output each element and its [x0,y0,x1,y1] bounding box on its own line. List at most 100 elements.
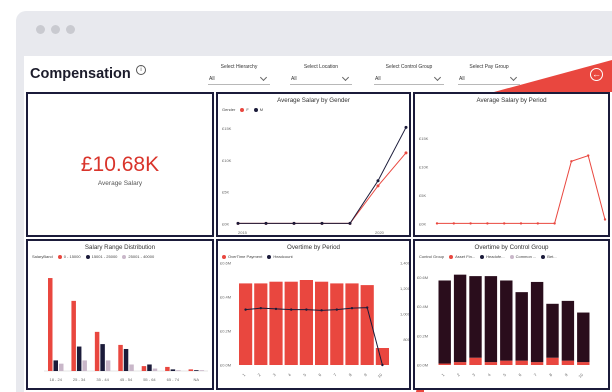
filter-value: All [291,76,297,82]
bar [152,368,158,371]
gender-chart-svg: £0K £5K £10K £15K 2015 2020 [222,125,408,235]
filter-value: All [209,76,215,82]
data-point [486,222,489,225]
page-title: Compensation [30,66,131,82]
chevron-down-icon [433,73,442,82]
y-tick-label: £0.2M [220,329,231,334]
kpi-label: Average Salary [97,180,143,187]
data-point [320,221,324,225]
gender-chart-panel[interactable]: Average Salary by Gender Gender F M £0K £… [216,92,411,237]
data-point [305,308,308,311]
data-point [274,307,278,311]
data-point [335,308,338,311]
y-tick-label: £0K [222,222,229,227]
bar [269,281,283,365]
back-arrow-button[interactable]: ← [590,68,603,81]
chevron-down-icon [509,73,518,82]
x-tick-label: 55 - 64 [143,377,156,382]
chevron-down-icon [341,73,350,82]
x-tick-label: 18 - 24 [49,377,62,382]
report-canvas: Compensation i Select Hierarchy All Sele… [24,56,612,392]
overtime-chart-panel[interactable]: Overtime by Period OverTime Payment Head… [216,239,411,390]
minimize-window-dot[interactable] [51,25,60,34]
x-tick-label: 1 [440,372,446,378]
x-tick-label: 2020 [375,230,385,235]
data-point [404,125,408,129]
x-tick-label: 1 [241,372,247,378]
filter-select[interactable]: All [290,73,352,85]
data-point [290,308,293,311]
bar [500,280,513,361]
filter-value: All [459,76,465,82]
period-chart-svg: £0K £5K £10K £15K [419,136,607,227]
bar [53,360,58,371]
y-tick-label: £10K [222,158,232,163]
x-tick-label: 5 [302,372,308,378]
data-point [452,222,455,225]
bar [94,331,100,371]
x-tick-label: 7 [533,372,539,378]
close-window-dot[interactable] [36,25,45,34]
data-point [503,222,506,225]
filter-location[interactable]: Select Location All [290,64,352,86]
control-chart-panel[interactable]: Overtime by Control Group Control Group … [413,239,610,390]
y-tick-label: £0K [419,222,426,227]
data-point [603,218,607,221]
data-point [381,363,384,367]
x-tick-label: 3 [272,372,278,378]
browser-window: Compensation i Select Hierarchy All Sele… [16,11,612,392]
kpi-value: £10.68K [80,153,160,176]
bar [515,292,528,361]
bar [284,281,298,365]
data-point [376,179,380,183]
data-point [469,222,472,225]
maximize-window-dot[interactable] [66,25,75,34]
filter-select[interactable]: All [374,73,444,85]
bar [165,366,170,371]
bar [118,344,123,371]
data-point [348,221,352,225]
bar [484,276,498,363]
filter-hierarchy[interactable]: Select Hierarchy All [208,64,270,86]
y-tick-label: £5K [222,190,229,195]
bar [48,278,53,371]
bar [129,364,134,371]
x-tick-label: 2 [456,372,462,378]
bar [170,369,176,371]
data-point [236,221,240,225]
y-tick-label: £5K [419,193,426,198]
bar [530,362,544,365]
period-chart-panel[interactable]: Average Salary by Period £0K £5K £10K £15K [413,92,610,237]
data-point [404,151,408,155]
x-tick-label: 7 [332,372,338,378]
bar [59,363,64,371]
filter-select[interactable]: All [208,73,270,85]
filter-label: Select Location [303,64,339,70]
info-icon[interactable]: i [136,65,146,75]
x-tick-label: 10 [577,372,584,379]
filter-control-group[interactable]: Select Control Group All [374,64,444,86]
y-tick-label: £0.6M [417,275,428,280]
filter-pay-group[interactable]: Select Pay Group All [458,64,520,86]
bar [375,348,389,365]
y-tick-label: £0.4M [417,304,428,309]
data-point [570,160,573,163]
x-tick-label: 35 - 44 [96,377,109,382]
bar [484,362,498,365]
data-point [366,306,369,309]
filter-select[interactable]: All [458,73,520,85]
bar [330,283,344,365]
bar [76,346,82,371]
bar [438,280,451,364]
data-point [536,222,539,225]
bar [345,283,359,365]
bar [123,348,129,371]
bar [141,366,147,371]
x-tick-label: 25 - 34 [73,377,86,382]
bar [188,369,194,371]
bar [577,362,590,365]
range-chart-svg: 18 - 24 25 - 34 35 - 44 45 - 54 55 - 64 65 - … [44,278,208,382]
range-chart-panel[interactable]: Salary Range Distribution SalaryBand 0 -… [26,239,214,390]
bar [176,370,181,371]
y-tick-label: £0.0M [417,363,428,368]
